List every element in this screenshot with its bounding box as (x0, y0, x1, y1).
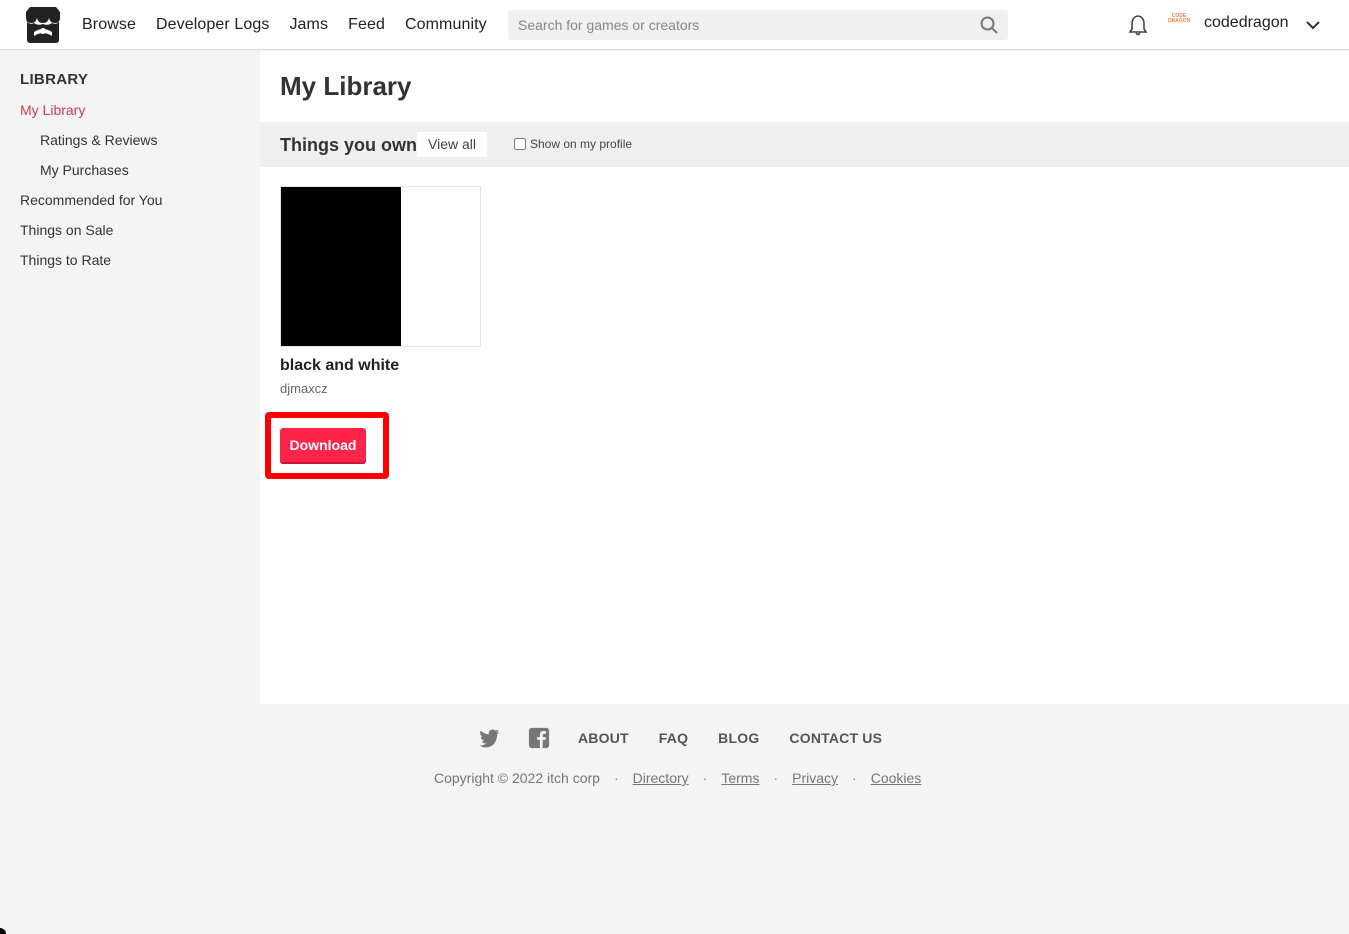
itch-logo-icon[interactable] (22, 6, 64, 44)
sidebar-item-recommended[interactable]: Recommended for You (20, 192, 162, 208)
sidebar-item-my-library[interactable]: My Library (20, 102, 85, 118)
separator-dot: · (852, 770, 857, 786)
nav-browse[interactable]: Browse (82, 16, 136, 34)
game-title[interactable]: black and white (280, 357, 481, 375)
footer-link-faq[interactable]: FAQ (659, 730, 688, 746)
footer-link-about[interactable]: ABOUT (578, 730, 629, 746)
thumbnail-white-half (401, 187, 480, 346)
footer-bottom: Copyright © 2022 itch corp · Directory ·… (434, 770, 921, 786)
main-nav: Browse Developer Logs Jams Feed Communit… (82, 0, 487, 50)
section-header: Things you own View all Show on my profi… (260, 122, 1349, 167)
avatar[interactable]: CODE DRAGON (1168, 14, 1190, 34)
username[interactable]: codedragon (1204, 14, 1289, 32)
game-author[interactable]: djmaxcz (280, 381, 481, 396)
nav-jams[interactable]: Jams (289, 16, 328, 34)
notification-bell-icon[interactable] (1128, 14, 1148, 36)
section-title: Things you own (280, 135, 417, 155)
nav-community[interactable]: Community (405, 16, 487, 34)
footer-link-contact[interactable]: CONTACT US (789, 730, 882, 746)
thumbnail-black-half (281, 187, 401, 346)
nav-developer-logs[interactable]: Developer Logs (156, 16, 269, 34)
separator-dot: · (613, 770, 619, 786)
footer-link-directory[interactable]: Directory (633, 770, 689, 786)
show-on-profile-checkbox[interactable] (514, 138, 526, 150)
sidebar-item-my-purchases[interactable]: My Purchases (40, 162, 129, 178)
chevron-down-icon[interactable] (1304, 16, 1322, 34)
copyright-text: Copyright © 2022 itch corp (434, 770, 600, 786)
separator-dot: · (773, 770, 779, 786)
nav-feed[interactable]: Feed (348, 16, 385, 34)
facebook-icon[interactable] (528, 727, 550, 749)
footer-link-cookies[interactable]: Cookies (871, 770, 922, 786)
footer-links: ABOUT FAQ BLOG CONTACT US (478, 726, 912, 750)
game-card: black and white djmaxcz (280, 186, 481, 396)
footer-link-blog[interactable]: BLOG (718, 730, 759, 746)
footer-link-terms[interactable]: Terms (721, 770, 759, 786)
search-icon[interactable] (980, 16, 998, 34)
show-on-profile-toggle[interactable]: Show on my profile (514, 137, 632, 151)
sidebar-item-things-on-sale[interactable]: Things on Sale (20, 222, 113, 238)
search-input[interactable] (508, 10, 968, 40)
separator-dot: · (702, 770, 708, 786)
download-button[interactable]: Download (280, 428, 366, 462)
sidebar-item-things-to-rate[interactable]: Things to Rate (20, 252, 111, 268)
top-header: Browse Developer Logs Jams Feed Communit… (0, 0, 1349, 50)
page-title: My Library (280, 71, 412, 101)
show-on-profile-label: Show on my profile (530, 137, 633, 151)
sidebar-heading: LIBRARY (20, 71, 89, 88)
main-content: My Library Things you own View all Show … (260, 51, 1349, 704)
game-thumbnail[interactable] (280, 186, 481, 347)
twitter-icon[interactable] (478, 727, 500, 749)
sidebar-item-ratings-reviews[interactable]: Ratings & Reviews (40, 132, 158, 148)
footer-link-privacy[interactable]: Privacy (792, 770, 838, 786)
sidebar: LIBRARY My Library Ratings & Reviews My … (0, 51, 260, 934)
view-all-button[interactable]: View all (417, 132, 487, 157)
search-box (508, 10, 1008, 40)
